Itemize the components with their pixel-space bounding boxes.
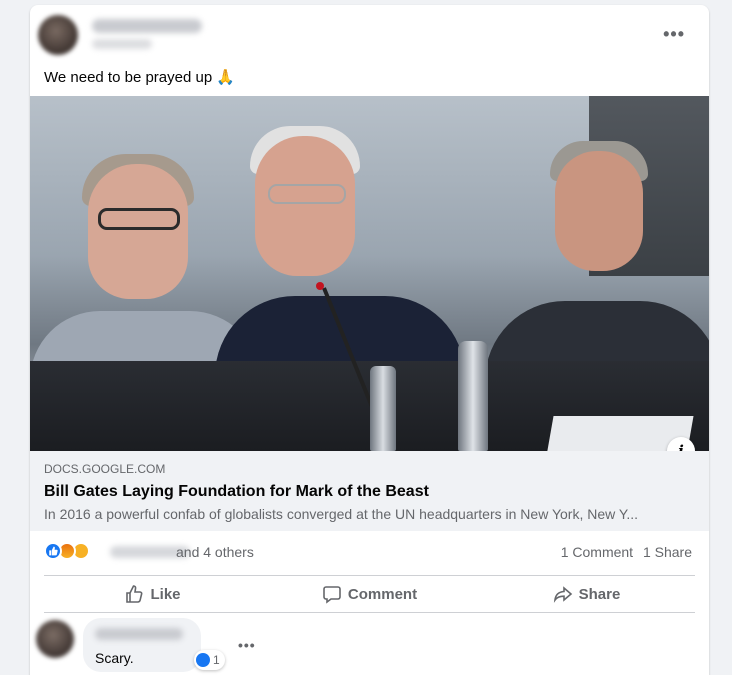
link-preview[interactable]: DOCS.GOOGLE.COM Bill Gates Laying Founda…	[30, 451, 709, 531]
link-domain: DOCS.GOOGLE.COM	[44, 462, 166, 476]
commenter-name-redacted[interactable]	[95, 628, 183, 640]
engagement-counts: 1 Comment 1 Share	[555, 544, 692, 560]
comment-more-icon[interactable]: •••	[238, 637, 256, 653]
post-card: ••• We need to be prayed up 🙏 i DOCS.GOO…	[30, 5, 709, 675]
reactions-bar: and 4 others 1 Comment 1 Share	[44, 542, 692, 562]
post-actions: Like Comment Share	[44, 576, 695, 612]
thumbs-up-icon	[126, 585, 143, 603]
like-label: Like	[150, 585, 181, 603]
post-text: We need to be prayed up 🙏	[44, 69, 236, 86]
author-avatar[interactable]	[38, 15, 78, 55]
comment-button[interactable]: Comment	[261, 576, 478, 612]
comment-bubble: Scary.	[83, 618, 201, 672]
author-name-redacted[interactable]	[92, 19, 202, 33]
more-options-icon[interactable]: •••	[663, 25, 685, 43]
post-timestamp-redacted[interactable]	[92, 39, 152, 49]
share-count[interactable]: 1 Share	[643, 544, 692, 560]
comment-reaction-badge[interactable]: 1	[194, 650, 225, 670]
commenter-avatar[interactable]	[36, 620, 74, 658]
share-icon	[553, 586, 572, 603]
link-preview-image[interactable]	[30, 96, 709, 451]
comment-count[interactable]: 1 Comment	[561, 544, 633, 560]
like-reaction-icon[interactable]	[44, 542, 62, 560]
share-label: Share	[578, 585, 621, 603]
like-reaction-icon	[196, 653, 210, 667]
comment-label: Comment	[347, 585, 418, 603]
comment-text: Scary.	[95, 650, 134, 666]
comment-icon	[323, 586, 341, 604]
divider	[44, 612, 695, 613]
comment-reaction-count: 1	[213, 653, 220, 667]
link-description: In 2016 a powerful confab of globalists …	[44, 506, 639, 522]
like-button[interactable]: Like	[44, 576, 261, 612]
reaction-others-count[interactable]: and 4 others	[176, 544, 254, 560]
link-title[interactable]: Bill Gates Laying Foundation for Mark of…	[44, 483, 429, 501]
share-button[interactable]: Share	[478, 576, 695, 612]
